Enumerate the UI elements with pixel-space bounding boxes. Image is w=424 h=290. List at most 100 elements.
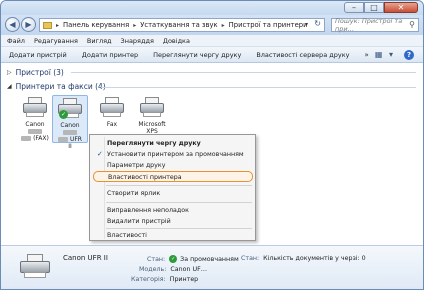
check-icon: ✓ (97, 150, 103, 158)
menu-item-properties[interactable]: Властивості (93, 230, 253, 241)
printer-item-microsoft-xps[interactable]: Microsoft XPS (134, 97, 170, 135)
change-view-icon[interactable]: ▦ ▾ (375, 50, 395, 59)
expand-arrow-icon[interactable]: ▷ (7, 69, 12, 76)
menu-item-label: Видалити пристрій (107, 218, 171, 225)
printer-name-line1: Microsoft (138, 121, 166, 128)
state2-label: Стан: (241, 255, 260, 262)
default-state-icon: ✓ (169, 255, 178, 263)
menu-bar: Файл Редагування Вигляд Знаряддя Довідка (1, 35, 423, 47)
group-printers-label: Принтери та факси (4) (15, 82, 106, 91)
menu-separator (106, 185, 252, 186)
breadcrumb-devices-printers[interactable]: Пристрої та принтери (229, 21, 308, 29)
command-bar: Додати пристрій Додати принтер Перегляну… (1, 47, 423, 63)
details-state: Стан: ✓ За промовчанням (147, 255, 239, 263)
printer-name-line1: Canon (25, 121, 45, 128)
add-device-button[interactable]: Додати пристрій (9, 51, 67, 59)
breadcrumb-separator: ▸ (56, 21, 60, 29)
printer-name-line2: UFR (69, 136, 82, 143)
menu-tools[interactable]: Знаряддя (121, 37, 154, 45)
printer-icon: ✓ (57, 98, 83, 120)
see-print-queue-button[interactable]: Переглянути чергу друку (153, 51, 241, 59)
search-placeholder: Пошук: Пристрої та при… (335, 17, 403, 33)
breadcrumb-hardware-sound[interactable]: Устаткування та звук (140, 21, 217, 29)
divider (101, 87, 416, 88)
printer-name-line1: Fax (106, 121, 118, 128)
printer-item-canon-ufr[interactable]: ✓ Canon UFR II (52, 95, 88, 150)
menu-item-remove-device[interactable]: Видалити пристрій (93, 216, 253, 227)
menu-item-create-shortcut[interactable]: Створити ярлик (93, 188, 253, 199)
details-queue-state: Стан: Кількість документів у черзі: 0 (241, 255, 366, 262)
state2-value: Кількість документів у черзі: 0 (263, 255, 366, 262)
state-value: За промовчанням (180, 256, 239, 263)
printer-icon (139, 97, 165, 119)
category-value: Принтер (169, 276, 199, 283)
divider (71, 72, 416, 73)
breadcrumb-separator: ▸ (133, 21, 137, 29)
help-icon[interactable]: ? (404, 50, 414, 60)
more-commands-button[interactable]: » (364, 51, 368, 59)
category-label: Категорія: (131, 276, 166, 283)
model-label: Модель: (139, 266, 167, 273)
minimize-button[interactable]: – (344, 2, 364, 13)
search-input[interactable]: Пошук: Пристрої та при… ⚲ (331, 17, 419, 33)
printer-name-line1: Canon (60, 122, 80, 129)
print-server-properties-button[interactable]: Властивості сервера друку (256, 51, 349, 59)
redacted-text (63, 130, 77, 135)
details-pane: Canon UFR II Стан: ✓ За промовчанням Стан:… (1, 245, 423, 289)
menu-edit[interactable]: Редагування (34, 37, 78, 45)
redacted-text (58, 137, 69, 142)
maximize-button[interactable]: □ (364, 2, 384, 13)
window-controls: – □ ✕ (344, 2, 418, 13)
menu-view[interactable]: Вигляд (87, 37, 112, 45)
printer-icon (19, 254, 51, 280)
menu-item-label: Властивості принтера (108, 174, 182, 181)
fax-icon (99, 97, 125, 119)
group-devices-header[interactable]: ▷ Пристрої (3) (7, 68, 64, 77)
menu-item-printing-preferences[interactable]: Параметри друку (93, 160, 253, 171)
explorer-window: – □ ✕ ◀ ▶ ▸ Панель керування ▸ Устаткува… (0, 0, 424, 290)
group-printers-header[interactable]: ◢ Принтери та факси (4) (7, 82, 106, 91)
address-bar[interactable]: ▸ Панель керування ▸ Устаткування та зву… (39, 18, 325, 32)
menu-file[interactable]: Файл (7, 37, 25, 45)
menu-separator (106, 228, 252, 229)
search-icon[interactable]: ⚲ (409, 20, 415, 29)
group-devices-label: Пристрої (3) (15, 68, 64, 77)
menu-item-troubleshoot[interactable]: Виправлення неполадок (93, 205, 253, 216)
address-row: ◀ ▶ ▸ Панель керування ▸ Устаткування та… (1, 15, 423, 35)
menu-item-label: Виправлення неполадок (107, 207, 189, 214)
menu-item-label: Установити принтером за промовчанням (107, 151, 244, 158)
menu-item-label: Властивості (107, 232, 147, 239)
breadcrumb-separator: ▸ (221, 21, 225, 29)
printer-name-line3: II (68, 143, 72, 150)
details-model: Модель: Canon UF… (139, 266, 207, 273)
menu-help[interactable]: Довідка (163, 37, 190, 45)
state-label: Стан: (147, 256, 166, 263)
printer-item-canon-fax[interactable]: Canon (FAX) (17, 97, 53, 142)
redacted-text (28, 129, 42, 134)
title-bar[interactable]: – □ ✕ (1, 1, 423, 15)
refresh-icon[interactable]: ↻ (314, 19, 321, 28)
menu-separator (106, 202, 252, 203)
breadcrumb-control-panel[interactable]: Панель керування (63, 21, 129, 29)
menu-item-set-default[interactable]: ✓ Установити принтером за промовчанням (93, 149, 253, 160)
menu-item-label: Створити ярлик (107, 190, 161, 197)
forward-button[interactable]: ▶ (21, 17, 36, 32)
menu-item-see-print-queue[interactable]: Переглянути чергу друку (93, 138, 253, 149)
printer-item-fax[interactable]: Fax (94, 97, 130, 128)
collapse-arrow-icon[interactable]: ◢ (7, 83, 12, 90)
printer-icon (22, 97, 48, 119)
details-printer-name: Canon UFR II (63, 254, 108, 262)
printer-name-line2: (FAX) (33, 135, 49, 142)
add-printer-button[interactable]: Додати принтер (82, 51, 138, 59)
close-button[interactable]: ✕ (384, 2, 418, 13)
redacted-text (21, 136, 32, 141)
control-panel-icon (43, 21, 52, 29)
menu-item-printer-properties[interactable]: Властивості принтера (93, 171, 253, 182)
model-value: Canon UF… (170, 266, 207, 273)
context-menu: Переглянути чергу друку ✓ Установити при… (89, 134, 256, 241)
details-category: Категорія: Принтер (131, 276, 198, 283)
back-button[interactable]: ◀ (5, 17, 20, 32)
address-dropdown-icon[interactable]: ▾ (305, 21, 308, 28)
menu-item-label: Переглянути чергу друку (107, 140, 201, 147)
menu-item-label: Параметри друку (107, 162, 166, 169)
